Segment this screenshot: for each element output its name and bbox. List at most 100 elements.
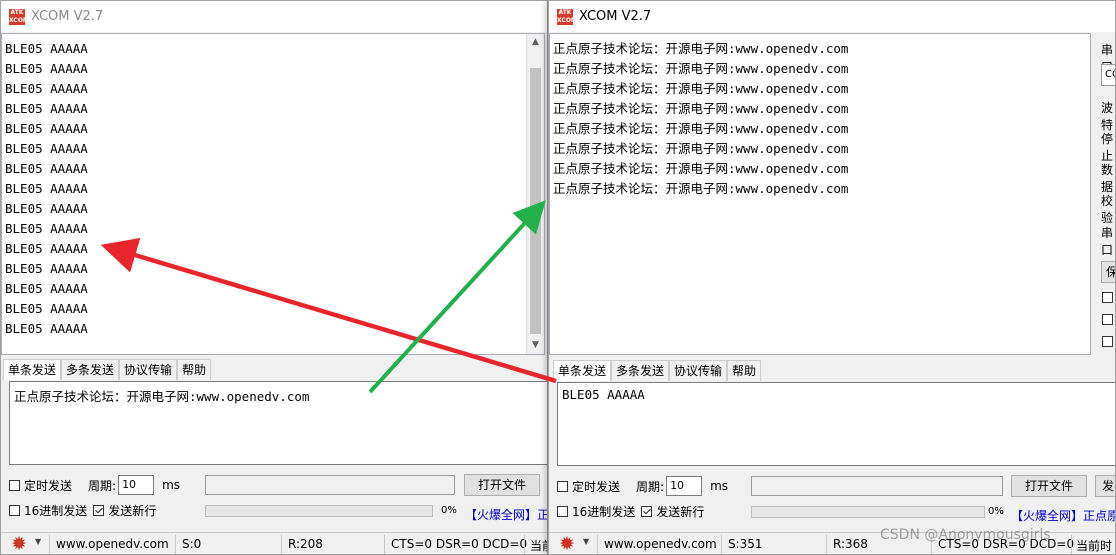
status-url[interactable]: www.openedv.com: [604, 537, 717, 551]
file-path-input[interactable]: [751, 476, 1003, 496]
progress-percent: 0%: [988, 506, 1004, 517]
period-label: 周期:: [88, 478, 117, 493]
send-newline-checkbox[interactable]: [93, 504, 105, 516]
tab-protocol[interactable]: 协议传输: [119, 359, 178, 380]
side-option-checkbox-1[interactable]: [1102, 292, 1113, 303]
send-input[interactable]: BLE05 AAAAA: [557, 382, 1115, 466]
port-op-label: 串口: [1101, 226, 1114, 257]
send-tabs: 单条发送 多条发送 协议传输 帮助: [553, 360, 762, 381]
scroll-up-icon[interactable]: ▲: [527, 34, 544, 51]
chevron-down-icon[interactable]: ▼: [35, 537, 41, 546]
received-line: 正点原子技术论坛：开源电子网:www.openedv.com: [553, 41, 849, 56]
scroll-thumb[interactable]: [530, 68, 541, 334]
receive-area[interactable]: 正点原子技术论坛：开源电子网:www.openedv.com 正点原子技术论坛：开…: [549, 33, 1091, 355]
received-line: 正点原子技术论坛：开源电子网:www.openedv.com: [553, 121, 849, 136]
status-time: 当前时: [1076, 539, 1113, 553]
window-title: XCOM V2.7: [31, 9, 104, 24]
received-line: BLE05 AAAAA: [5, 121, 88, 136]
title-bar[interactable]: ATK XCOM XCOM V2.7: [1, 1, 547, 32]
chevron-down-icon[interactable]: ▼: [583, 537, 589, 546]
receive-text: 正点原子技术论坛：开源电子网:www.openedv.com 正点原子技术论坛：开…: [553, 39, 848, 199]
atk-logo-icon: ATK XCOM: [9, 8, 29, 25]
tab-protocol[interactable]: 协议传输: [669, 360, 728, 381]
scroll-down-icon[interactable]: ▼: [527, 337, 544, 354]
title-bar[interactable]: ATK XCOM XCOM V2.7: [549, 1, 1115, 32]
received-line: BLE05 AAAAA: [5, 101, 88, 116]
status-bar: ✹ ▼ www.openedv.com S:0 R:208 CTS=0 DSR=…: [1, 532, 547, 554]
hex-send-checkbox[interactable]: [557, 505, 568, 517]
send-input[interactable]: 正点原子技术论坛：开源电子网:www.openedv.com: [9, 381, 547, 465]
timed-send-checkbox[interactable]: [557, 480, 568, 492]
side-option-checkbox-2[interactable]: [1102, 314, 1113, 325]
parity-label: 校验: [1101, 194, 1114, 225]
status-received-count: R:208: [288, 537, 323, 551]
tab-multi-send[interactable]: 多条发送: [611, 360, 670, 381]
hex-send-label: 16进制发送: [572, 504, 636, 519]
save-button[interactable]: 保: [1101, 261, 1115, 283]
status-url[interactable]: www.openedv.com: [56, 537, 169, 551]
received-line: BLE05 AAAAA: [5, 141, 88, 156]
baud-label: 波特: [1101, 101, 1114, 132]
send-progress-bar: [751, 506, 985, 518]
open-file-button[interactable]: 打开文件: [464, 474, 540, 496]
received-line: 正点原子技术论坛：开源电子网:www.openedv.com: [553, 181, 849, 196]
timed-send-checkbox[interactable]: [9, 479, 20, 491]
promo-link[interactable]: 【火爆全网】正点原: [1011, 507, 1115, 524]
received-line: 正点原子技术论坛：开源电子网:www.openedv.com: [553, 101, 849, 116]
received-line: 正点原子技术论坛：开源电子网:www.openedv.com: [553, 141, 849, 156]
timed-send-row: 定时发送 周期: 10 ms: [557, 475, 728, 497]
send-newline-label: 发送新行: [656, 504, 705, 519]
send-text: BLE05 AAAAA: [562, 387, 645, 402]
hex-send-label: 16进制发送: [24, 503, 88, 518]
gear-icon[interactable]: ✹: [559, 534, 575, 554]
open-file-button[interactable]: 打开文件: [1011, 475, 1087, 497]
received-line: BLE05 AAAAA: [5, 41, 88, 56]
receive-text: BLE05 AAAAA BLE05 AAAAA BLE05 AAAAA BLE05 A…: [5, 39, 88, 339]
period-input[interactable]: 10: [118, 475, 155, 495]
period-unit: ms: [710, 479, 729, 493]
status-sent-count: S:0: [182, 537, 202, 551]
receive-area[interactable]: BLE05 AAAAA BLE05 AAAAA BLE05 AAAAA BLE05 A…: [1, 33, 545, 355]
tab-single-send[interactable]: 单条发送: [3, 359, 62, 380]
status-time: 当前: [530, 539, 547, 553]
hex-send-row: 16进制发送 发送新行: [557, 500, 704, 522]
received-line: 正点原子技术论坛：开源电子网:www.openedv.com: [553, 81, 849, 96]
timed-send-label: 定时发送: [572, 479, 621, 494]
tab-help[interactable]: 帮助: [727, 360, 762, 381]
send-tabs: 单条发送 多条发送 协议传输 帮助: [3, 359, 212, 380]
period-input[interactable]: 10: [666, 476, 703, 496]
received-line: BLE05 AAAAA: [5, 61, 88, 76]
window-title: XCOM V2.7: [579, 9, 652, 24]
hex-send-row: 16进制发送 发送新行: [9, 499, 156, 521]
timed-send-label: 定时发送: [24, 478, 73, 493]
tab-single-send[interactable]: 单条发送: [553, 360, 612, 381]
received-line: BLE05 AAAAA: [5, 181, 88, 196]
stop-bits-label: 停止: [1101, 132, 1114, 163]
hex-send-checkbox[interactable]: [9, 504, 20, 516]
receive-scrollbar[interactable]: ▲ ▼: [526, 34, 544, 354]
file-path-input[interactable]: [205, 475, 455, 495]
promo-link[interactable]: 【火爆全网】正: [465, 506, 547, 523]
received-line: 正点原子技术论坛：开源电子网:www.openedv.com: [553, 161, 849, 176]
period-unit: ms: [162, 478, 181, 492]
received-line: BLE05 AAAAA: [5, 221, 88, 236]
timed-send-row: 定时发送 周期: 10 ms: [9, 474, 180, 496]
send-newline-checkbox[interactable]: [641, 505, 653, 517]
received-line: BLE05 AAAAA: [5, 261, 88, 276]
received-line: BLE05 AAAAA: [5, 81, 88, 96]
xcom-window-left: ATK XCOM XCOM V2.7 BLE05 AAAAA BLE05 AAAAA…: [0, 0, 548, 555]
send-button[interactable]: 发: [1095, 475, 1115, 497]
tab-help[interactable]: 帮助: [177, 359, 212, 380]
xcom-window-right: ATK XCOM XCOM V2.7 正点原子技术论坛：开源电子网:www.ope…: [548, 0, 1116, 555]
gear-icon[interactable]: ✹: [11, 534, 27, 554]
received-line: BLE05 AAAAA: [5, 321, 88, 336]
received-line: BLE05 AAAAA: [5, 241, 88, 256]
tab-multi-send[interactable]: 多条发送: [61, 359, 120, 380]
received-line: BLE05 AAAAA: [5, 201, 88, 216]
received-line: BLE05 AAAAA: [5, 301, 88, 316]
data-bits-label: 数据: [1101, 163, 1114, 194]
received-line: BLE05 AAAAA: [5, 161, 88, 176]
send-newline-label: 发送新行: [108, 503, 157, 518]
side-option-checkbox-3[interactable]: [1102, 336, 1113, 347]
port-select[interactable]: CO: [1101, 64, 1115, 86]
